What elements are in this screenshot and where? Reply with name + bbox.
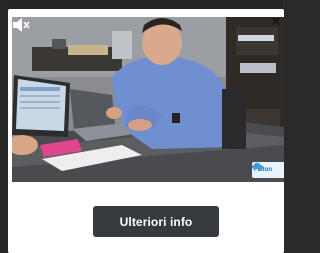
close-ad-button[interactable]: ✕ xyxy=(268,15,284,29)
cloud-logo-icon xyxy=(252,162,263,169)
ad-card: Falton ✕ Ulteriori info xyxy=(8,9,284,253)
video-frame xyxy=(12,17,284,182)
page-left-edge xyxy=(0,0,8,253)
mute-icon[interactable] xyxy=(12,17,30,33)
brand-badge: Falton xyxy=(252,162,284,178)
more-info-button[interactable]: Ulteriori info xyxy=(93,206,219,237)
cta-area: Ulteriori info xyxy=(8,184,284,253)
ad-video[interactable]: Falton xyxy=(12,17,284,182)
